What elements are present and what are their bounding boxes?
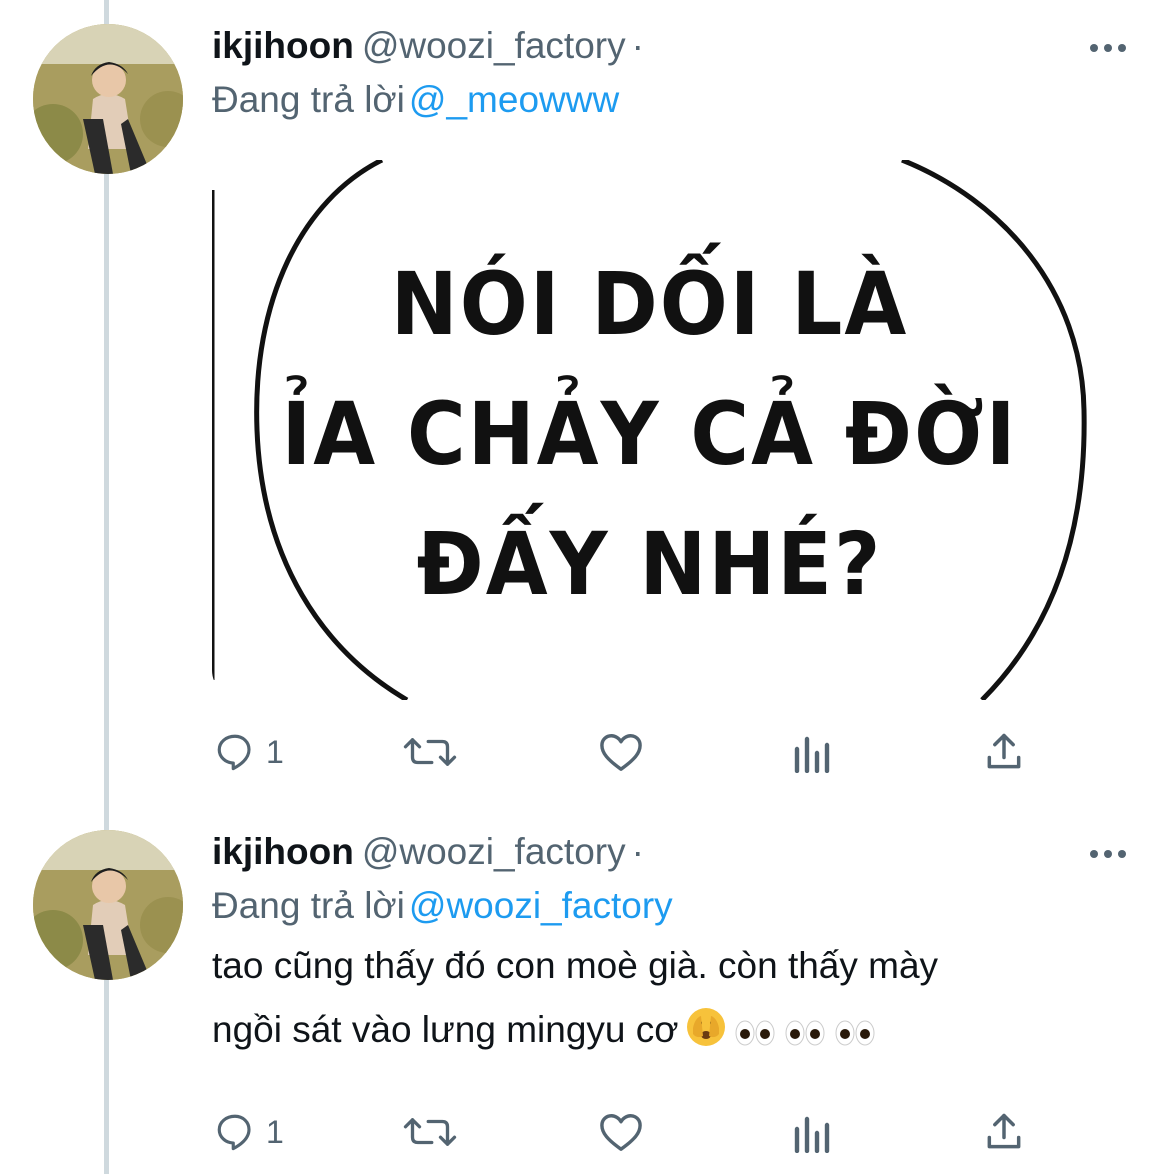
tweet-text-line-2: ngồi sát vào lưng mingyu cơ	[212, 998, 1112, 1068]
like-button[interactable]	[598, 1102, 644, 1162]
tweet-header: ikjihoon @woozi_factory ·	[212, 22, 644, 70]
like-button[interactable]	[598, 722, 644, 782]
mention-link[interactable]: @woozi_factory	[409, 885, 673, 926]
replying-prefix: Đang trả lời	[212, 79, 405, 120]
reply-count: 1	[266, 1113, 284, 1150]
eyes-emoji	[783, 1004, 827, 1068]
media-text-line: ỈA CHẢY CẢ ĐỜI	[281, 384, 1018, 485]
separator-dot: ·	[631, 831, 644, 872]
tweet[interactable]: ikjihoon @woozi_factory · Đang trả lời @_me…	[0, 0, 1170, 800]
replying-to: Đang trả lời @_meowww	[212, 76, 619, 124]
views-button[interactable]	[793, 722, 833, 782]
avatar[interactable]	[33, 830, 183, 980]
share-icon	[987, 1113, 1021, 1149]
like-icon	[600, 734, 642, 771]
share-button[interactable]	[982, 1102, 1026, 1162]
views-icon	[794, 1116, 830, 1153]
face-peeking-emoji	[685, 1004, 727, 1068]
eyes-emoji	[833, 1004, 877, 1068]
share-icon	[987, 733, 1021, 769]
more-icon	[1090, 850, 1126, 858]
avatar[interactable]	[33, 24, 183, 174]
retweet-button[interactable]	[402, 722, 458, 782]
tweet-header: ikjihoon @woozi_factory ·	[212, 828, 644, 876]
views-button[interactable]	[793, 1102, 833, 1162]
retweet-icon	[403, 1118, 457, 1146]
mention-link[interactable]: @_meowww	[409, 79, 619, 120]
reply-icon	[217, 734, 251, 771]
author-handle[interactable]: @woozi_factory	[362, 25, 626, 66]
replying-to: Đang trả lời @woozi_factory	[212, 882, 673, 930]
author-handle[interactable]: @woozi_factory	[362, 831, 626, 872]
share-button[interactable]	[982, 722, 1026, 782]
separator-dot: ·	[631, 25, 644, 66]
author-name[interactable]: ikjihoon	[212, 25, 354, 66]
media-text-line: ĐẤY NHÉ?	[416, 514, 883, 615]
replying-prefix: Đang trả lời	[212, 885, 405, 926]
reply-button[interactable]: 1	[214, 722, 284, 782]
reply-button[interactable]: 1	[214, 1102, 284, 1162]
tweet-actions: 1	[0, 722, 1170, 782]
like-icon	[600, 1114, 642, 1151]
reply-count: 1	[266, 733, 284, 770]
tweet-text: tao cũng thấy đó con moè già. còn thấy m…	[212, 934, 1112, 1068]
tweet-media-image[interactable]: NÓI DỐI LÀ ỈA CHẢY CẢ ĐỜI ĐẤY NHÉ?	[212, 160, 1087, 700]
media-text-line: NÓI DỐI LÀ	[390, 254, 909, 355]
tweet-text-line: ngồi sát vào lưng mingyu cơ	[212, 1009, 679, 1050]
eyes-emoji	[733, 1004, 777, 1068]
tweet[interactable]: ikjihoon @woozi_factory · Đang trả lời @woo…	[0, 806, 1170, 1174]
reply-icon	[217, 1114, 251, 1151]
tweet-actions: 1	[0, 1102, 1170, 1162]
retweet-button[interactable]	[402, 1102, 458, 1162]
more-button[interactable]	[1086, 38, 1130, 58]
views-icon	[794, 736, 830, 773]
retweet-icon	[403, 738, 457, 766]
author-name[interactable]: ikjihoon	[212, 831, 354, 872]
more-icon	[1090, 44, 1126, 52]
tweet-text-line: tao cũng thấy đó con moè già. còn thấy m…	[212, 945, 939, 986]
more-button[interactable]	[1086, 844, 1130, 864]
